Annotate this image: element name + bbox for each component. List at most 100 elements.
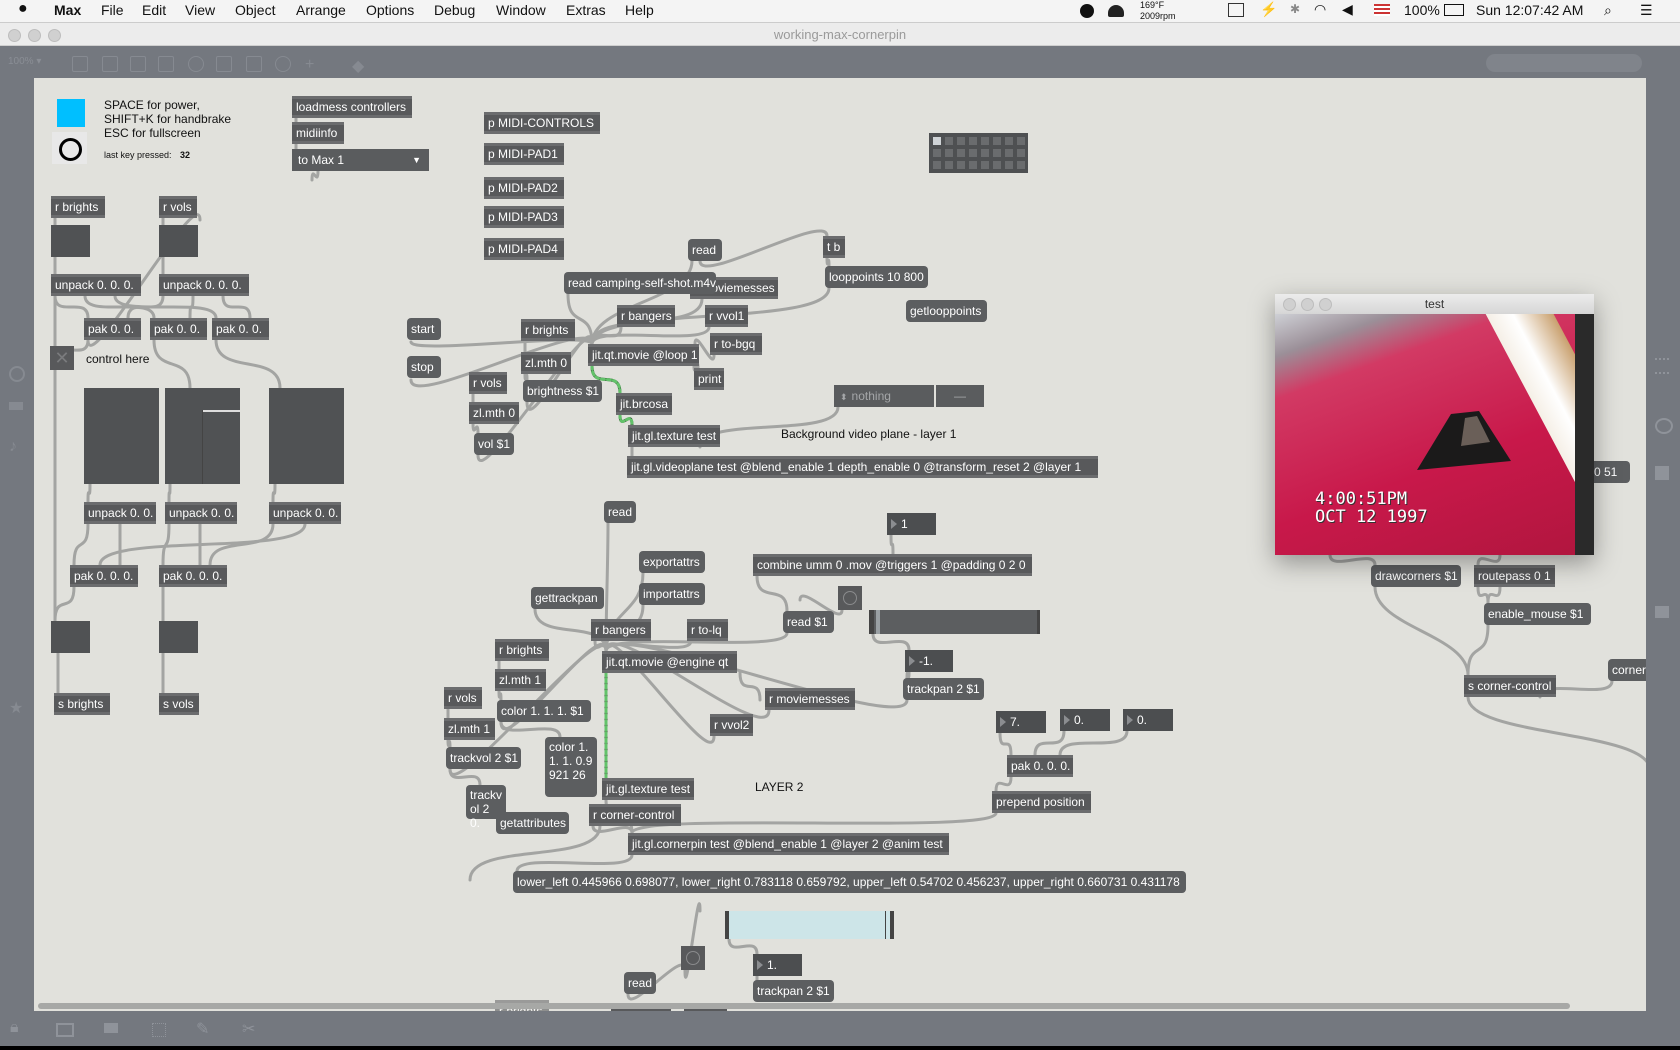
matrix-cell[interactable] bbox=[993, 137, 1001, 145]
read-dollar-message[interactable]: read $1 bbox=[783, 611, 834, 633]
patch-cord[interactable] bbox=[499, 720, 562, 739]
jit-brcosa-object[interactable]: jit.brcosa bbox=[616, 393, 672, 415]
status-icon[interactable] bbox=[1080, 4, 1094, 18]
patch-cord[interactable] bbox=[1486, 585, 1502, 605]
matrix-cell[interactable] bbox=[957, 149, 965, 157]
matrix-control[interactable] bbox=[929, 133, 1028, 173]
light-slider[interactable] bbox=[725, 911, 894, 939]
patch-cord[interactable] bbox=[1466, 695, 1646, 770]
grid-icon[interactable] bbox=[152, 1023, 166, 1037]
toggle-x[interactable]: ✕ bbox=[50, 346, 74, 370]
info-icon[interactable] bbox=[1655, 418, 1673, 434]
receive-vvol1[interactable]: r vvol1 bbox=[705, 305, 748, 327]
receive-brights[interactable]: r brights bbox=[495, 639, 549, 661]
menu-options[interactable]: Options bbox=[366, 2, 414, 18]
nothing-menu[interactable]: ⬍ nothing bbox=[834, 385, 934, 407]
patch-cord[interactable] bbox=[755, 574, 789, 613]
matrix-cell[interactable] bbox=[933, 149, 941, 157]
matrix-cell[interactable] bbox=[993, 149, 1001, 157]
unpack-object[interactable]: unpack 0. 0. bbox=[165, 502, 237, 524]
matrix-cell[interactable] bbox=[945, 137, 953, 145]
prepend-position[interactable]: prepend position bbox=[992, 791, 1091, 813]
gate-switch[interactable] bbox=[159, 225, 198, 257]
number-box[interactable]: 7. bbox=[996, 711, 1046, 733]
color-value-message[interactable]: color 1. 1. 1. 0.9921 26 bbox=[545, 737, 597, 797]
unpack-object[interactable]: unpack 0. 0. bbox=[269, 502, 341, 524]
number-box[interactable]: 0. bbox=[1123, 709, 1173, 731]
combine-object[interactable]: combine umm 0 .mov @triggers 1 @padding … bbox=[753, 554, 1032, 576]
play-icon[interactable] bbox=[216, 56, 232, 72]
matrix-cell[interactable] bbox=[1005, 149, 1013, 157]
routepass-object[interactable]: routepass 0 1 bbox=[1474, 565, 1555, 587]
close-button[interactable] bbox=[1283, 298, 1296, 311]
wrench-icon[interactable]: ✂ bbox=[242, 1019, 255, 1039]
gettrackpan-message[interactable]: gettrackpan bbox=[531, 587, 604, 609]
horizontal-scrollbar[interactable] bbox=[38, 1003, 1570, 1009]
color-message[interactable]: color 1. 1. 1. $1 bbox=[497, 700, 591, 722]
patch-cord[interactable] bbox=[214, 338, 282, 390]
matrix-cell[interactable] bbox=[945, 161, 953, 169]
menu-edit[interactable]: Edit bbox=[142, 2, 166, 18]
getlooppoints-message[interactable]: getlooppoints bbox=[906, 300, 987, 322]
debug-icon[interactable]: ✎ bbox=[196, 1019, 209, 1039]
comment-icon[interactable] bbox=[104, 1023, 118, 1033]
subpatch-midi-pad2[interactable]: p MIDI-PAD2 bbox=[484, 177, 564, 199]
unpack-object[interactable]: unpack 0. 0. 0. bbox=[51, 274, 141, 296]
power-indicator[interactable] bbox=[57, 99, 85, 127]
pak-object[interactable]: pak 0. 0. bbox=[212, 318, 269, 340]
matrix-cell[interactable] bbox=[1005, 161, 1013, 169]
star-icon[interactable]: ★ bbox=[9, 698, 23, 718]
midi-port-menu[interactable]: to Max 1 ▼ bbox=[292, 149, 429, 171]
pak-object[interactable]: pak 0. 0. bbox=[150, 318, 207, 340]
jit-qt-movie-loop[interactable]: jit.qt.movie @loop 1 bbox=[588, 344, 699, 366]
matrix-cell[interactable] bbox=[945, 149, 953, 157]
stop-message[interactable]: stop bbox=[407, 356, 441, 378]
getattributes-message[interactable]: getattributes bbox=[496, 812, 569, 834]
patch-cord[interactable] bbox=[167, 482, 172, 504]
receive-bangers[interactable]: r bangers bbox=[617, 305, 675, 327]
enable-mouse-message[interactable]: enable_mouse $1 bbox=[1484, 603, 1591, 625]
patch-cord[interactable] bbox=[161, 522, 171, 567]
send-corner-control[interactable]: s corner-control bbox=[1464, 675, 1556, 697]
patch-cord[interactable] bbox=[1466, 623, 1490, 677]
exportattrs-message[interactable]: exportattrs bbox=[639, 551, 705, 573]
paint-icon[interactable]: ◆ bbox=[352, 56, 366, 75]
bang-button[interactable] bbox=[681, 946, 705, 970]
trigger-object[interactable]: t b bbox=[823, 236, 845, 258]
read-file-message[interactable]: read camping-self-shot.m4v bbox=[564, 272, 716, 294]
object-icon[interactable] bbox=[158, 56, 174, 72]
zl-mth-object[interactable]: zl.mth 1 bbox=[444, 718, 495, 740]
matrix-cell[interactable] bbox=[1017, 149, 1025, 157]
matrix-cell[interactable] bbox=[981, 161, 989, 169]
add-icon[interactable]: + bbox=[305, 56, 319, 73]
camera-icon[interactable] bbox=[1655, 606, 1669, 618]
patch-cord[interactable] bbox=[515, 853, 634, 873]
patch-cord[interactable] bbox=[152, 338, 192, 390]
loadmess-object[interactable]: loadmess controllers bbox=[292, 96, 412, 118]
start-message[interactable]: start bbox=[407, 318, 441, 340]
looppoints-message[interactable]: looppoints 10 800 bbox=[825, 266, 928, 288]
menu-view[interactable]: View bbox=[185, 2, 215, 18]
subpatch-midi-controls[interactable]: p MIDI-CONTROLS bbox=[484, 112, 600, 134]
receive-to-lq[interactable]: r to-lq bbox=[687, 619, 728, 641]
matrix-cell[interactable] bbox=[981, 137, 989, 145]
read-message[interactable]: read bbox=[604, 501, 636, 523]
target-icon[interactable] bbox=[9, 366, 25, 382]
send-vols[interactable]: s vols bbox=[159, 693, 199, 715]
trackpan-message[interactable]: trackpan 2 $1 bbox=[753, 980, 834, 1002]
menu-app[interactable]: Max bbox=[54, 2, 81, 18]
jit-gl-cornerpin[interactable]: jit.gl.cornerpin test @blend_enable 1 @l… bbox=[628, 833, 949, 855]
presentation-icon[interactable] bbox=[56, 1023, 74, 1037]
receive-brights[interactable]: r brights bbox=[521, 319, 575, 341]
corner-message[interactable]: corner bbox=[1608, 659, 1646, 681]
print-object[interactable]: print bbox=[694, 368, 724, 390]
patch-cord[interactable] bbox=[53, 294, 90, 320]
gate-switch[interactable] bbox=[159, 621, 198, 653]
xy-pad[interactable] bbox=[84, 388, 159, 484]
video-window-titlebar[interactable]: test bbox=[1275, 294, 1594, 314]
clock-icon[interactable] bbox=[275, 56, 291, 72]
trackvol-message[interactable]: trackvol 2 $1 bbox=[446, 747, 521, 769]
matrix-cell[interactable] bbox=[969, 161, 977, 169]
patch-cord[interactable] bbox=[618, 413, 634, 427]
number-icon[interactable] bbox=[246, 56, 262, 72]
